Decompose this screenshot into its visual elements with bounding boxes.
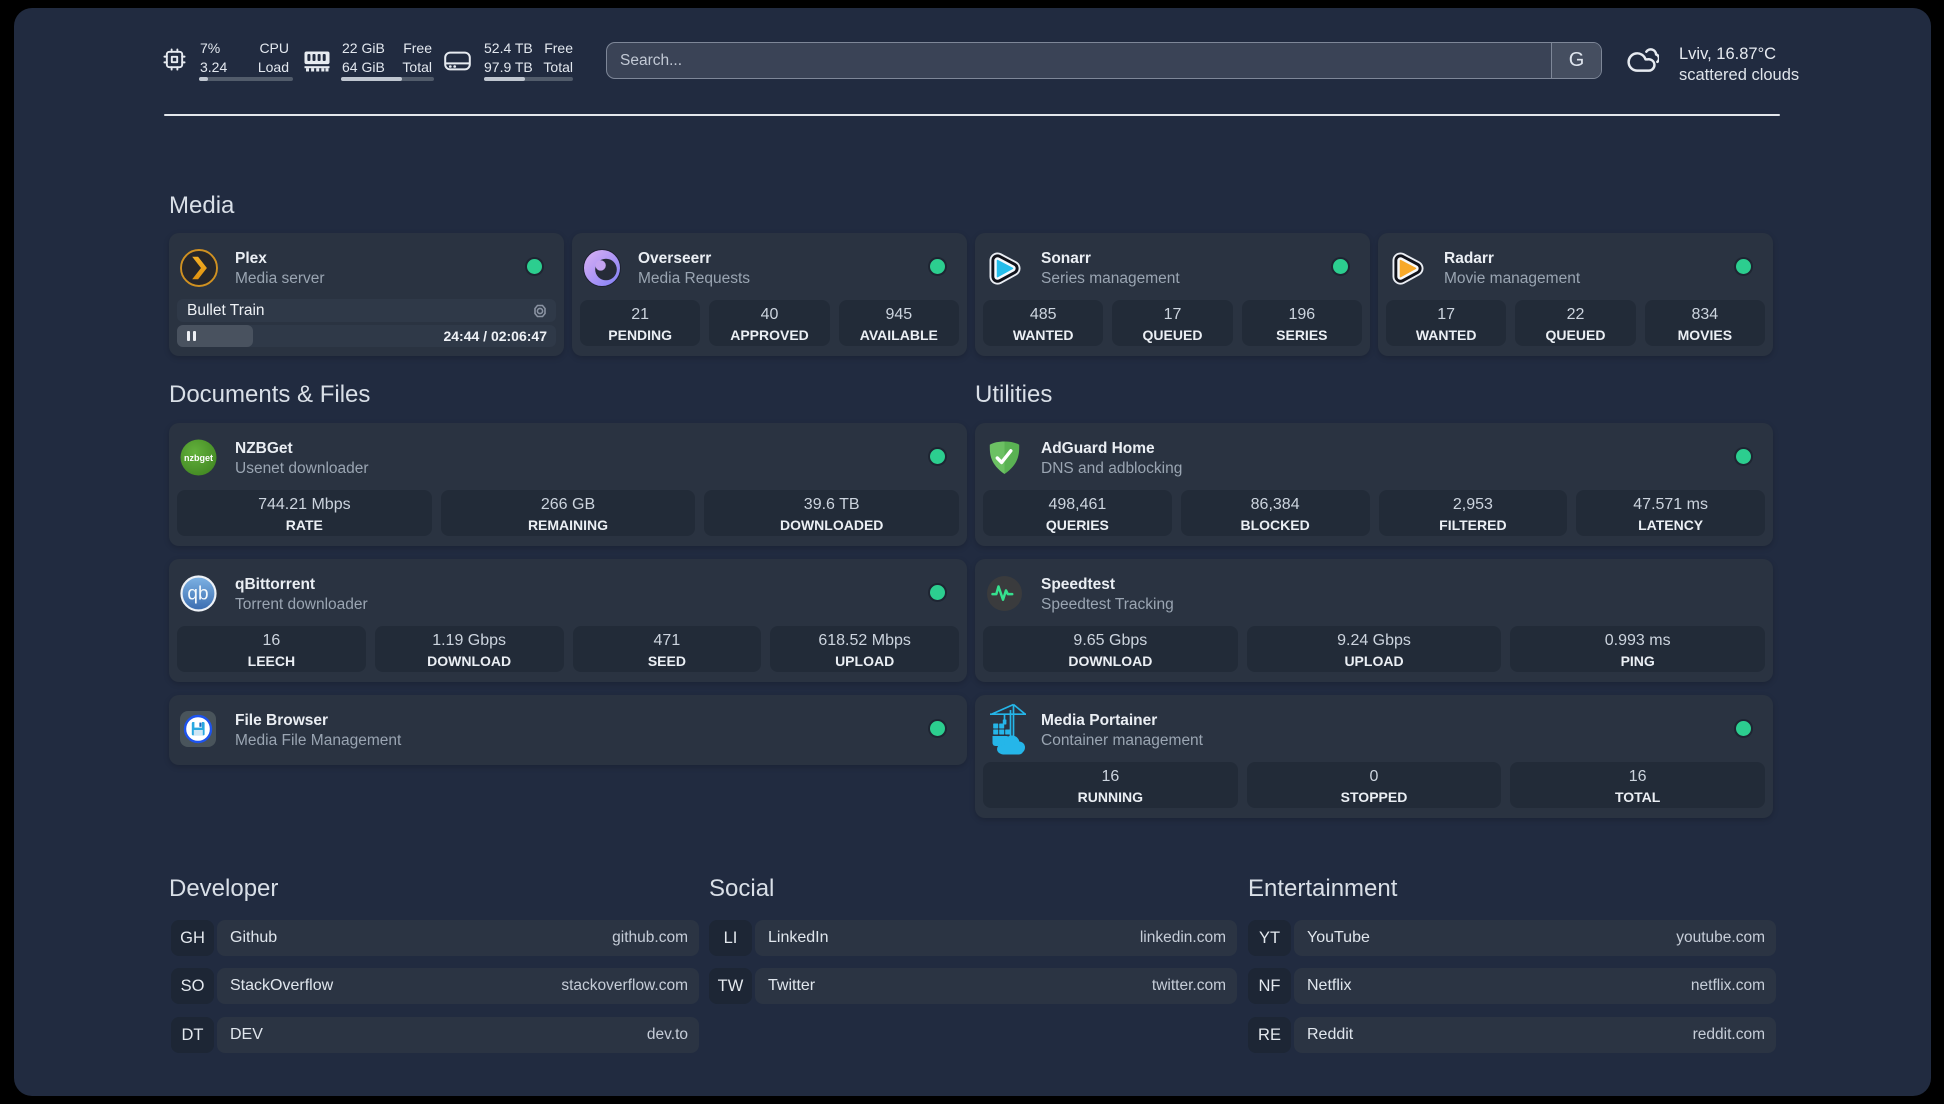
svg-text:nzbget: nzbget	[184, 453, 213, 463]
svg-text:qb: qb	[187, 584, 208, 605]
